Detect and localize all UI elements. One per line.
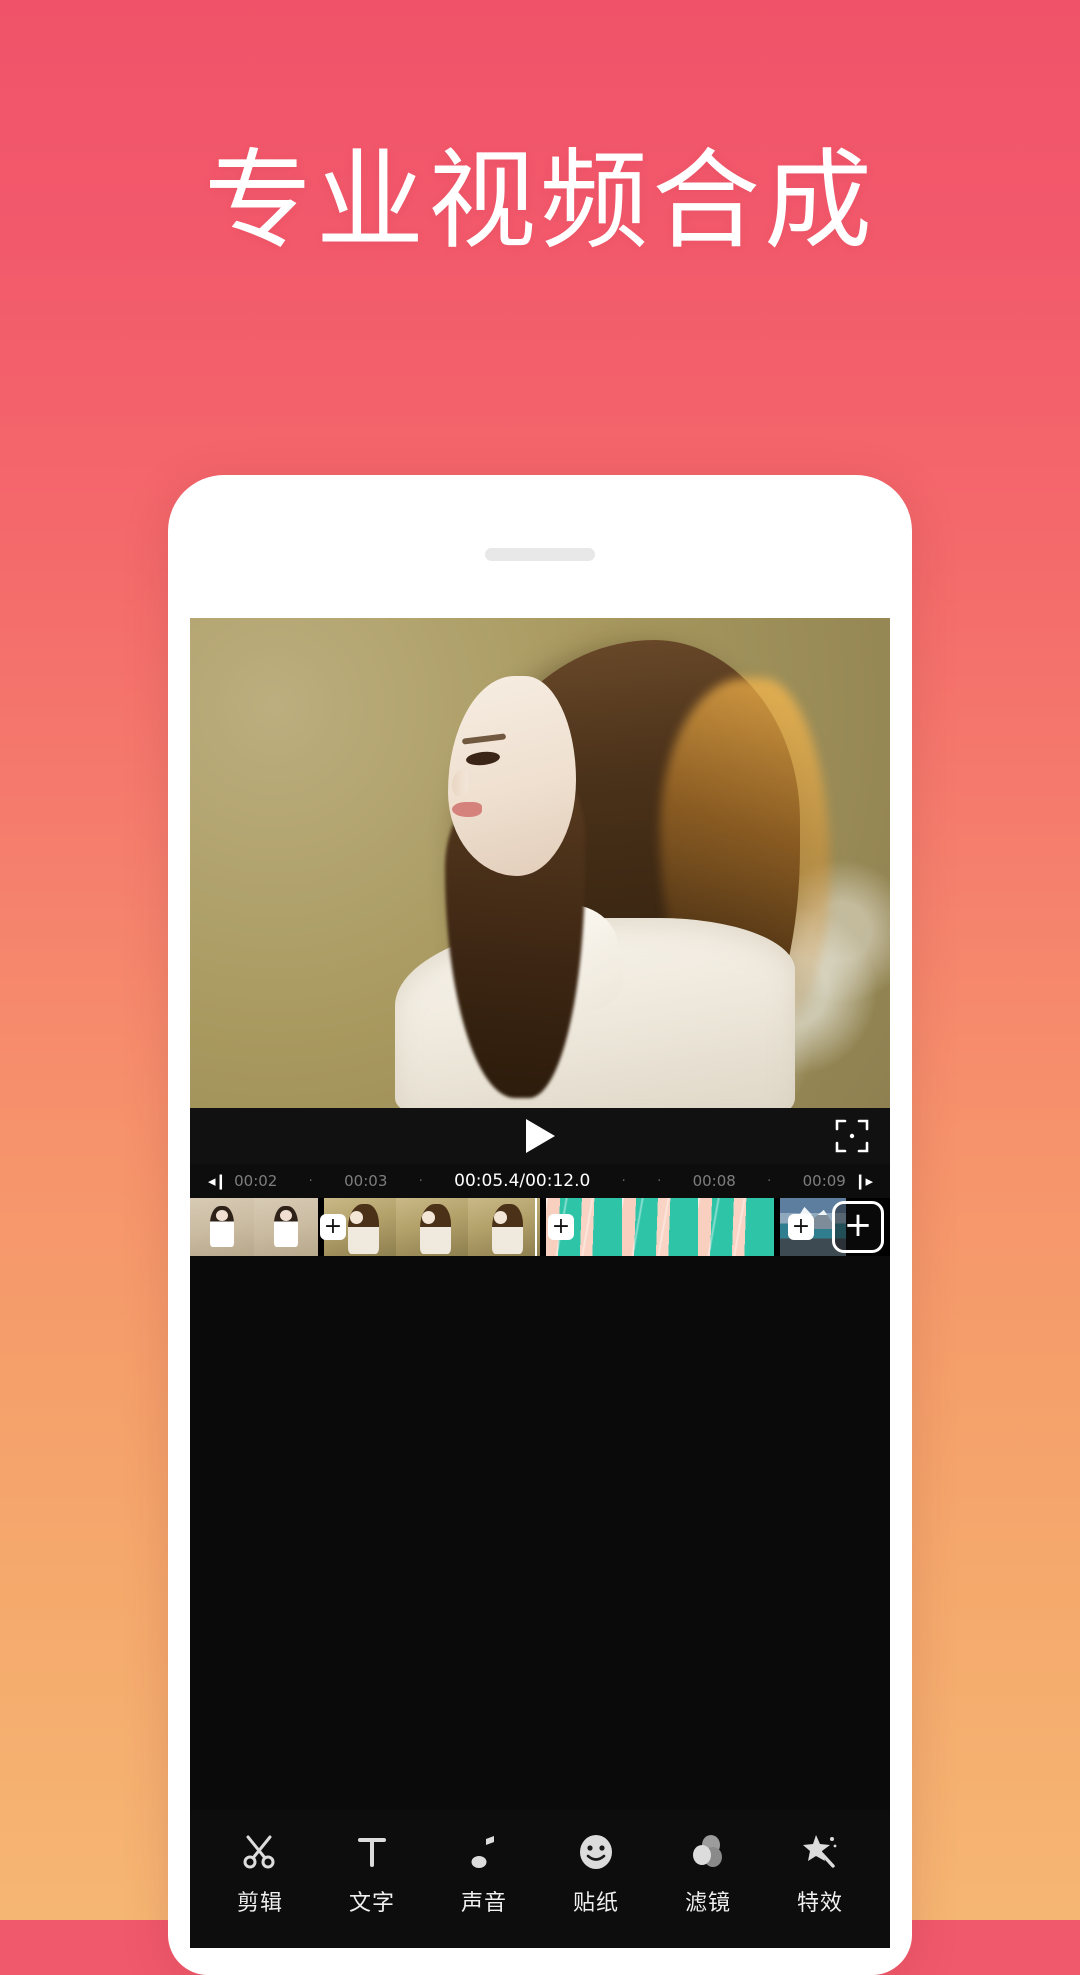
ruler-tick: 00:03 xyxy=(344,1172,388,1190)
timeline-empty-area xyxy=(190,1256,890,1810)
app-screen: ◂❙ 00:02 · 00:03 · 00:05.4/00:12.0 · · 0… xyxy=(190,618,890,1948)
timeline-ruler: ◂❙ 00:02 · 00:03 · 00:05.4/00:12.0 · · 0… xyxy=(190,1164,890,1198)
speaker-grille xyxy=(485,548,595,561)
ruler-tick-dot: · xyxy=(418,1173,423,1189)
timeline-clip[interactable] xyxy=(546,1198,774,1256)
add-clip-button[interactable]: + xyxy=(832,1201,884,1253)
toolbar-label: 剪辑 xyxy=(236,1890,283,1916)
toolbar-label: 声音 xyxy=(460,1890,507,1916)
text-icon xyxy=(350,1830,394,1874)
play-icon[interactable] xyxy=(523,1117,557,1155)
toolbar-item-sound[interactable]: 声音 xyxy=(438,1830,530,1917)
add-clip-label: + xyxy=(843,1205,873,1245)
clip-frame xyxy=(190,1198,254,1256)
clip-frame xyxy=(396,1198,468,1256)
ruler-tick: 00:08 xyxy=(692,1172,736,1190)
crop-icon[interactable] xyxy=(834,1118,870,1154)
clip-frame xyxy=(254,1198,318,1256)
sticker-smiley-icon xyxy=(574,1830,618,1874)
clip-frame xyxy=(622,1198,698,1256)
transition-add-button[interactable]: + xyxy=(320,1214,346,1240)
filter-circles-icon xyxy=(686,1830,730,1874)
ruler-ticks: 00:02 · 00:03 · 00:05.4/00:12.0 · · 00:0… xyxy=(226,1171,854,1191)
toolbar-label: 滤镜 xyxy=(684,1890,731,1916)
clip-frame xyxy=(698,1198,774,1256)
player-controls-bar xyxy=(190,1108,890,1164)
transition-add-button[interactable]: + xyxy=(788,1214,814,1240)
video-preview[interactable] xyxy=(190,618,890,1108)
toolbar-label: 贴纸 xyxy=(572,1890,619,1916)
ruler-tick-dot: · xyxy=(657,1173,662,1189)
scissors-icon xyxy=(238,1830,282,1874)
magic-wand-icon xyxy=(798,1830,842,1874)
toolbar-item-filter[interactable]: 滤镜 xyxy=(662,1830,754,1917)
current-time-display: 00:05.4/00:12.0 xyxy=(454,1171,591,1191)
phone-top-bezel xyxy=(168,475,912,618)
toolbar-item-clip[interactable]: 剪辑 xyxy=(214,1830,306,1917)
toolbar-label: 特效 xyxy=(796,1890,843,1916)
skip-next-icon[interactable]: ❙▸ xyxy=(854,1172,873,1190)
ruler-tick-dot: · xyxy=(621,1173,626,1189)
page-headline: 专业视频合成 xyxy=(203,139,876,264)
skip-previous-icon[interactable]: ◂❙ xyxy=(208,1172,227,1190)
editor-toolbar: 剪辑 文字 声音 贴纸 滤镜 特效 xyxy=(190,1810,890,1948)
phone-mockup: ◂❙ 00:02 · 00:03 · 00:05.4/00:12.0 · · 0… xyxy=(168,475,912,1975)
timeline-clip[interactable] xyxy=(324,1198,540,1256)
music-note-icon xyxy=(462,1830,506,1874)
toolbar-item-sticker[interactable]: 贴纸 xyxy=(550,1830,642,1917)
timeline-playhead[interactable] xyxy=(535,1198,537,1256)
toolbar-item-effects[interactable]: 特效 xyxy=(774,1830,866,1917)
preview-subject-nose xyxy=(452,770,468,796)
timeline-filmstrip[interactable]: + + + + xyxy=(190,1198,890,1256)
ruler-tick-dot: · xyxy=(308,1173,313,1189)
preview-subject-lips xyxy=(452,802,482,817)
ruler-tick: 00:09 xyxy=(802,1172,846,1190)
timeline-clip[interactable] xyxy=(190,1198,318,1256)
toolbar-item-text[interactable]: 文字 xyxy=(326,1830,418,1917)
clip-frame xyxy=(468,1198,540,1256)
ruler-tick-dot: · xyxy=(767,1173,772,1189)
transition-add-button[interactable]: + xyxy=(548,1214,574,1240)
ruler-tick: 00:02 xyxy=(234,1172,278,1190)
toolbar-label: 文字 xyxy=(348,1890,395,1916)
